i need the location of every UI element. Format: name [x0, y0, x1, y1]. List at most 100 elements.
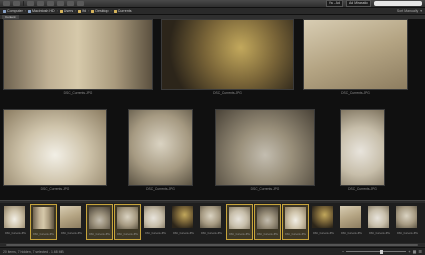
chevron-right-icon: ›: [24, 9, 26, 13]
toolbar-divider: [23, 1, 24, 6]
breadcrumb-desktop[interactable]: Desktop: [91, 9, 109, 13]
chevron-right-icon: ›: [56, 9, 58, 13]
image-caption: DSC_Currents.JPG: [341, 91, 370, 95]
content-image[interactable]: DSC_Currents.JPG: [3, 109, 107, 191]
slider-knob[interactable]: [380, 249, 384, 254]
workspace-menu[interactable]: Ad Mirasstic: [345, 0, 371, 7]
breadcrumb-drive[interactable]: Macintosh HD: [27, 9, 55, 13]
folder-icon: [113, 9, 117, 13]
breadcrumb-user[interactable]: lfd: [78, 9, 86, 13]
filmstrip-caption: DSC_Currents.JPG: [285, 233, 306, 236]
status-bar: 20 items, 7 hidden, 7 selected - 1.68 MB…: [0, 247, 425, 255]
breadcrumb-users[interactable]: Users: [59, 9, 73, 13]
image-caption: DSC_Currents.JPG: [213, 91, 242, 95]
grid-view-icon[interactable]: ▦: [413, 249, 417, 254]
filmstrip-thumbnail: [340, 206, 361, 228]
folder-icon: [59, 9, 63, 13]
filmstrip-caption: DSC_Currents.JPG: [313, 232, 334, 235]
content-image[interactable]: DSC_Currents.JPG: [128, 109, 193, 191]
rotate-right-icon[interactable]: [77, 1, 84, 6]
refine-icon[interactable]: [57, 1, 64, 6]
content-image[interactable]: DSC_Currents.JPG: [215, 109, 315, 191]
zoom-out-icon[interactable]: −: [342, 249, 344, 254]
content-image[interactable]: DSC_Currents.JPG: [161, 19, 294, 96]
folder-icon: [78, 9, 82, 13]
zoom-in-icon[interactable]: +: [408, 249, 410, 254]
image-thumbnail: [128, 109, 193, 186]
list-view-icon[interactable]: ☰: [418, 249, 422, 254]
filmstrip-item[interactable]: DSC_Currents.JPG: [282, 204, 309, 240]
image-caption: DSC_Currents.JPG: [146, 187, 175, 191]
boomerang-icon[interactable]: [37, 1, 44, 6]
filmstrip-caption: DSC_Currents.JPG: [257, 233, 278, 236]
chevron-down-icon[interactable]: ▾: [420, 9, 422, 13]
sort-menu[interactable]: Sort Manually: [397, 9, 418, 13]
content-image[interactable]: DSC_Currents.JPG: [3, 19, 153, 96]
forward-icon[interactable]: [13, 1, 20, 6]
folder-icon: [91, 9, 95, 13]
thumbnail-size-slider[interactable]: [346, 249, 407, 254]
filmstrip-thumbnail: [257, 207, 278, 229]
chevron-right-icon: ›: [110, 9, 112, 13]
back-icon[interactable]: [3, 1, 10, 6]
content-image[interactable]: DSC_Currents.JPG: [340, 109, 385, 191]
filmstrip-thumbnail: [396, 206, 417, 228]
filmstrip-thumbnail: [4, 206, 25, 228]
image-caption: DSC_Currents.JPG: [40, 187, 70, 191]
breadcrumb-computer[interactable]: Computer: [3, 9, 23, 13]
filmstrip-item[interactable]: DSC_Currents.JPG: [366, 204, 393, 240]
rotate-left-icon[interactable]: [67, 1, 74, 6]
filmstrip-thumbnail: [172, 206, 193, 228]
filmstrip-caption: DSC_Currents.JPG: [229, 233, 250, 236]
filmstrip-thumbnail: [312, 206, 333, 228]
view-menu[interactable]: Ya - Ad: [325, 0, 343, 7]
filmstrip-caption: DSC_Currents.JPG: [5, 232, 26, 235]
filmstrip-item[interactable]: DSC_Currents.JPG: [254, 204, 281, 240]
filmstrip-item[interactable]: DSC_Currents.JPG: [310, 204, 337, 240]
filmstrip-thumbnail: [89, 207, 110, 229]
filmstrip-item[interactable]: DSC_Currents.JPG: [58, 204, 85, 240]
scrollbar-thumb[interactable]: [6, 244, 418, 246]
filmstrip-caption: DSC_Currents.JPG: [341, 232, 362, 235]
drive-icon: [27, 9, 31, 13]
image-thumbnail: [3, 109, 107, 186]
computer-icon: [3, 9, 6, 13]
filmstrip-item[interactable]: DSC_Currents.JPG: [170, 204, 197, 240]
filmstrip-thumbnail: [285, 207, 306, 229]
toolbar: Ya - Ad Ad Mirasstic: [0, 0, 425, 8]
filmstrip-caption: DSC_Currents.JPG: [33, 233, 54, 236]
camera-icon[interactable]: [47, 1, 54, 6]
filmstrip-caption: DSC_Currents.JPG: [201, 232, 222, 235]
filmstrip-thumbnail: [368, 206, 389, 228]
filmstrip-item[interactable]: DSC_Currents.JPG: [30, 204, 57, 240]
filmstrip-caption: DSC_Currents.JPG: [89, 233, 110, 236]
recent-folders-icon[interactable]: [27, 1, 34, 6]
filmstrip-item[interactable]: DSC_Currents.JPG: [338, 204, 365, 240]
filmstrip-caption: DSC_Currents.JPG: [117, 233, 138, 236]
search-input[interactable]: [374, 1, 422, 6]
filmstrip-thumbnail: [33, 207, 54, 229]
breadcrumb-current[interactable]: Currents: [113, 9, 132, 13]
image-caption: DSC_Currents.JPG: [250, 187, 280, 191]
filmstrip-item[interactable]: DSC_Currents.JPG: [114, 204, 141, 240]
filmstrip-thumbnail: [60, 206, 81, 228]
filmstrip-caption: DSC_Currents.JPG: [369, 232, 390, 235]
image-caption: DSC_Currents.JPG: [63, 91, 93, 95]
chevron-right-icon: ›: [88, 9, 90, 13]
filmstrip-item[interactable]: DSC_Currents.JPG: [142, 204, 169, 240]
filmstrip-thumbnail: [200, 206, 221, 228]
filmstrip-item[interactable]: DSC_Currents.JPG: [2, 204, 29, 240]
image-caption: DSC_Currents.JPG: [348, 187, 377, 191]
filmstrip-thumbnail: [117, 207, 138, 229]
image-thumbnail: [161, 19, 294, 90]
filmstrip-thumbnail: [229, 207, 250, 229]
image-thumbnail: [340, 109, 385, 186]
filmstrip-item[interactable]: DSC_Currents.JPG: [86, 204, 113, 240]
filmstrip-item[interactable]: DSC_Currents.JPG: [226, 204, 253, 240]
content-panel: DSC_Currents.JPG DSC_Currents.JPG DSC_Cu…: [0, 19, 425, 200]
filmstrip-item[interactable]: DSC_Currents.JPG: [198, 204, 225, 240]
content-image[interactable]: DSC_Currents.JPG: [303, 19, 408, 96]
chevron-right-icon: ›: [75, 9, 77, 13]
image-thumbnail: [3, 19, 153, 90]
filmstrip-item[interactable]: DSC_Currents.JPG: [394, 204, 421, 240]
